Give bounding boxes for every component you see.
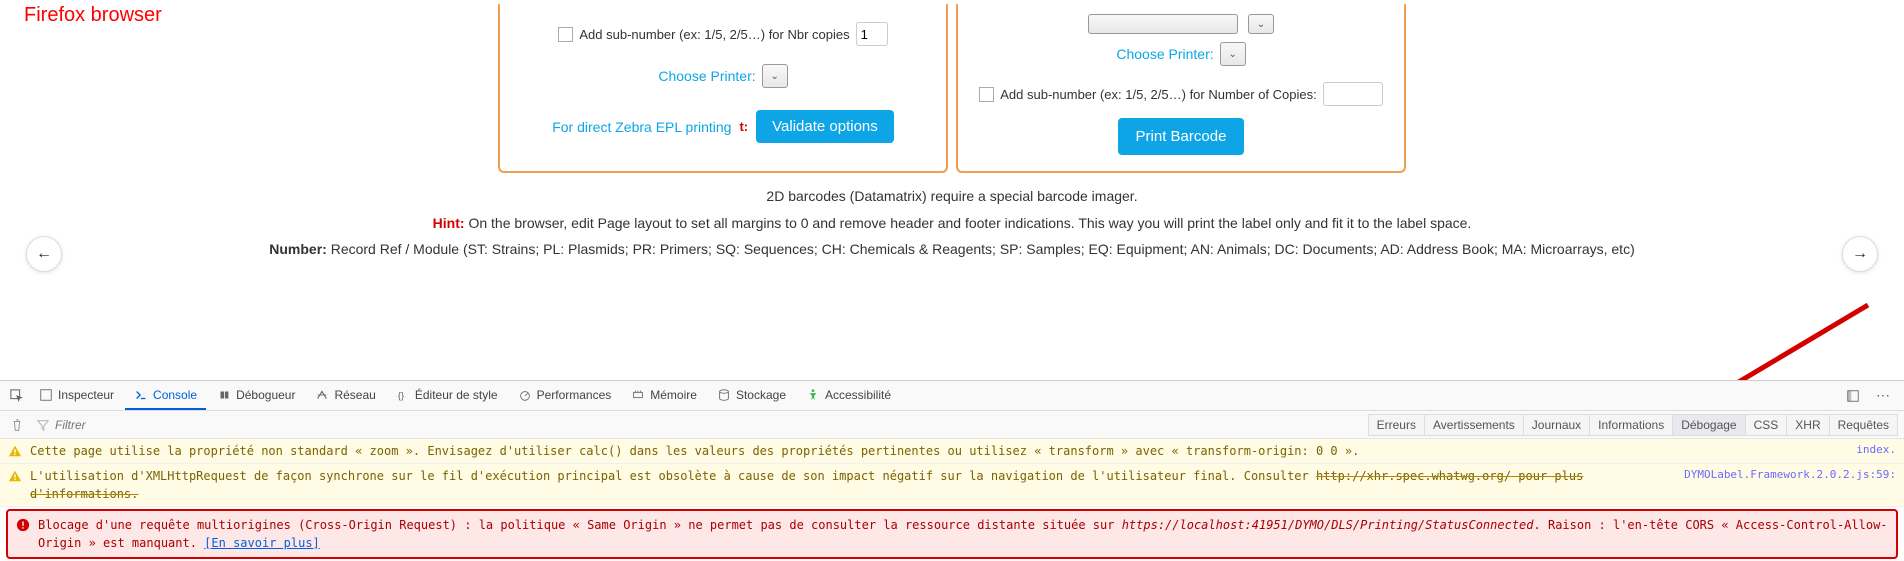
tab-debugger[interactable]: Débogueur [208, 381, 304, 410]
sub-number-label: Add sub-number (ex: 1/5, 2/5…) for Numbe… [1000, 87, 1316, 102]
hint-label: Hint: [433, 215, 465, 231]
hint-line: Hint: On the browser, edit Page layout t… [0, 210, 1904, 237]
printer-select[interactable]: ⌄ [1220, 42, 1246, 66]
zebra-epl-label: For direct Zebra EPL printing [552, 119, 731, 135]
filter-debug[interactable]: Débogage [1672, 414, 1745, 436]
tab-label: Réseau [334, 388, 375, 402]
left-print-panel: Add sub-number (ex: 1/5, 2/5…) for Nbr c… [498, 4, 948, 173]
tab-inspector[interactable]: Inspecteur [30, 381, 123, 410]
inspect-element-icon[interactable] [6, 385, 28, 407]
tab-performance[interactable]: Performances [509, 381, 621, 410]
storage-icon [717, 388, 731, 402]
filter-info[interactable]: Informations [1589, 414, 1673, 436]
validate-options-button[interactable]: Validate options [756, 110, 894, 143]
top-select[interactable] [1088, 14, 1238, 34]
zebra-mark: t: [739, 119, 748, 134]
number-text: Record Ref / Module (ST: Strains; PL: Pl… [327, 241, 1635, 257]
right-print-panel: ⌄ Choose Printer: ⌄ Add sub-number (ex: … [956, 4, 1406, 173]
inspector-icon [39, 388, 53, 402]
choose-printer-label: Choose Printer: [658, 68, 755, 84]
console-toolbar: Erreurs Avertissements Journaux Informat… [0, 411, 1904, 439]
choose-printer-label: Choose Printer: [1116, 46, 1213, 62]
number-line: Number: Record Ref / Module (ST: Strains… [0, 236, 1904, 263]
sub-number-checkbox[interactable] [979, 87, 994, 102]
tab-label: Console [153, 388, 197, 402]
arrow-left-icon: ← [36, 245, 52, 263]
memory-icon [631, 388, 645, 402]
tab-console[interactable]: Console [125, 381, 206, 410]
error-icon [16, 518, 30, 532]
chevron-down-icon: ⌄ [1228, 49, 1236, 60]
tab-label: Mémoire [650, 388, 697, 402]
error-url: https://localhost:41951/DYMO/DLS/Printin… [1122, 518, 1534, 532]
style-icon: {} [396, 388, 410, 402]
hint-text: On the browser, edit Page layout to set … [465, 215, 1472, 231]
message-text: Blocage d'une requête multiorigines (Cro… [38, 516, 1888, 552]
filter-css[interactable]: CSS [1745, 414, 1788, 436]
console-error: Blocage d'une requête multiorigines (Cro… [6, 509, 1898, 559]
filter-input[interactable] [55, 418, 195, 432]
trash-icon[interactable] [6, 414, 28, 436]
tab-label: Inspecteur [58, 388, 114, 402]
tab-network[interactable]: Réseau [306, 381, 384, 410]
arrow-right-icon: → [1852, 245, 1868, 263]
warning-icon [8, 469, 22, 483]
top-select-btn[interactable]: ⌄ [1248, 14, 1274, 34]
filter-errors[interactable]: Erreurs [1368, 414, 1425, 436]
message-source[interactable]: DYMOLabel.Framework.2.0.2.js:59: [1684, 467, 1896, 484]
tab-storage[interactable]: Stockage [708, 381, 795, 410]
more-icon[interactable]: ⋯ [1872, 385, 1894, 407]
print-barcode-button[interactable]: Print Barcode [1118, 118, 1245, 155]
firefox-annotation: Firefox browser [24, 4, 162, 27]
message-source[interactable]: index. [1856, 442, 1896, 459]
network-icon [315, 388, 329, 402]
tab-label: Éditeur de style [415, 388, 498, 402]
prev-button[interactable]: ← [26, 236, 62, 272]
accessibility-icon [806, 388, 820, 402]
sub-number-checkbox[interactable] [558, 27, 573, 42]
printer-select[interactable]: ⌄ [762, 64, 788, 88]
warning-icon [8, 444, 22, 458]
devtools-tabbar: Inspecteur Console Débogueur Réseau {} Éd… [0, 381, 1904, 411]
chevron-down-icon: ⌄ [770, 71, 778, 82]
tab-accessibility[interactable]: Accessibilité [797, 381, 900, 410]
learn-more-link[interactable]: [En savoir plus] [204, 536, 320, 550]
page-content: Add sub-number (ex: 1/5, 2/5…) for Nbr c… [0, 0, 1904, 263]
console-warning: L'utilisation d'XMLHttpRequest de façon … [0, 464, 1904, 507]
filter-logs[interactable]: Journaux [1523, 414, 1590, 436]
tab-label: Stockage [736, 388, 786, 402]
number-label: Number: [269, 241, 327, 257]
chevron-down-icon: ⌄ [1257, 19, 1265, 30]
performance-icon [518, 388, 532, 402]
datamatrix-note: 2D barcodes (Datamatrix) require a speci… [0, 183, 1904, 210]
console-body: Cette page utilise la propriété non stan… [0, 439, 1904, 559]
filter-warnings[interactable]: Avertissements [1424, 414, 1524, 436]
tab-style[interactable]: {} Éditeur de style [387, 381, 507, 410]
copies-input[interactable] [1323, 82, 1383, 106]
filter-xhr[interactable]: XHR [1786, 414, 1829, 436]
debugger-icon [217, 388, 231, 402]
filter-requests[interactable]: Requêtes [1829, 414, 1898, 436]
devtools-panel: Inspecteur Console Débogueur Réseau {} Éd… [0, 380, 1904, 561]
message-text: L'utilisation d'XMLHttpRequest de façon … [30, 467, 1666, 503]
console-icon [134, 388, 148, 402]
copies-input[interactable] [856, 22, 888, 46]
funnel-icon [36, 418, 50, 432]
sub-number-label: Add sub-number (ex: 1/5, 2/5…) for Nbr c… [579, 27, 849, 42]
tab-label: Débogueur [236, 388, 295, 402]
tab-label: Performances [537, 388, 612, 402]
tab-memory[interactable]: Mémoire [622, 381, 706, 410]
tab-label: Accessibilité [825, 388, 891, 402]
dock-icon[interactable] [1842, 385, 1864, 407]
console-warning: Cette page utilise la propriété non stan… [0, 439, 1904, 464]
next-button[interactable]: → [1842, 236, 1878, 272]
svg-text:{}: {} [398, 390, 405, 401]
message-text: Cette page utilise la propriété non stan… [30, 442, 1838, 460]
